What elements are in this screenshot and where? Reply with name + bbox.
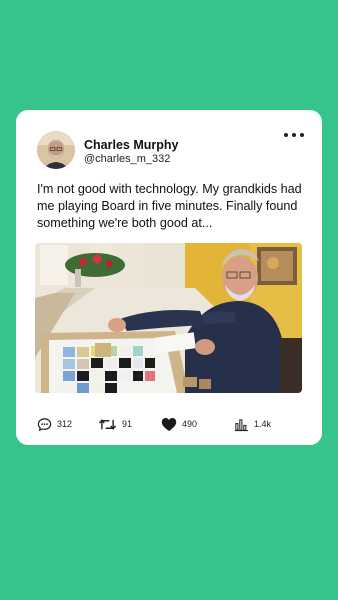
bar-chart-icon [234, 417, 249, 432]
post-card: Charles Murphy @charles_m_332 I'm not go… [16, 110, 322, 445]
views-button[interactable]: 1.4k [234, 415, 271, 433]
post-photo[interactable] [35, 243, 302, 393]
more-options-icon[interactable] [284, 128, 304, 142]
repost-arrows-icon [98, 417, 117, 432]
heart-icon [161, 417, 177, 432]
reply-count: 312 [57, 419, 73, 429]
more-dot [284, 133, 288, 137]
repost-button[interactable]: 91 [98, 415, 132, 433]
repost-count: 91 [122, 419, 133, 429]
more-dot [292, 133, 296, 137]
like-button[interactable]: 490 [161, 415, 197, 433]
avatar[interactable] [37, 131, 75, 169]
more-dot [300, 133, 304, 137]
post-actions: 312 91 490 1.4k [37, 415, 307, 433]
author-name[interactable]: Charles Murphy [84, 138, 178, 152]
post-text: I'm not good with technology. My grandki… [37, 182, 302, 230]
like-count: 490 [182, 419, 198, 429]
comment-bubble-icon [37, 417, 52, 432]
views-count: 1.4k [254, 419, 272, 429]
reply-button[interactable]: 312 [37, 415, 72, 433]
author-handle[interactable]: @charles_m_332 [84, 153, 170, 165]
